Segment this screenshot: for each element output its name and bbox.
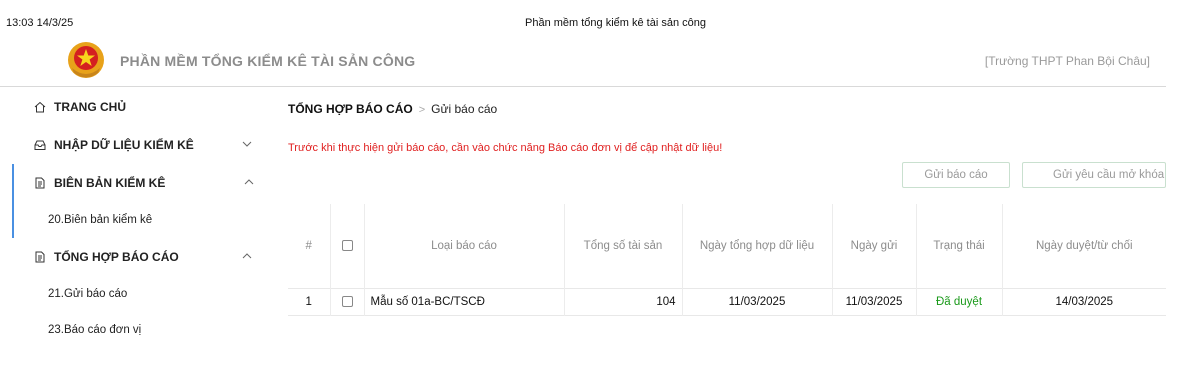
table-row[interactable]: 1 Mẫu số 01a-BC/TSCĐ 104 11/03/2025 11/0… (288, 288, 1166, 316)
file-text-icon (35, 177, 45, 189)
col-header-select (330, 204, 365, 289)
app-header: PHẦN MỀM TỔNG KIỂM KÊ TÀI SẢN CÔNG [Trườ… (0, 40, 1166, 87)
col-header-status: Trạng thái (916, 204, 1003, 289)
cell-sent-date: 11/03/2025 (832, 288, 917, 316)
cell-select (330, 288, 365, 316)
file-text-icon (35, 251, 45, 263)
home-icon (34, 101, 46, 113)
chevron-up-icon[interactable] (244, 177, 254, 187)
sidebar-subitem-minutes[interactable]: 20.Biên bản kiểm kê (12, 202, 268, 238)
cell-approved-date: 14/03/2025 (1055, 296, 1114, 308)
cell-type: Mẫu số 01a-BC/TSCĐ (364, 288, 565, 316)
row-checkbox[interactable] (341, 296, 353, 308)
cell-summary-date: 11/03/2025 (682, 288, 833, 316)
report-table: # Loại báo cáo Tổng số tài sản Ngày tổng… (288, 204, 1166, 316)
request-unlock-button[interactable]: Gửi yêu cầu mở khóa (1022, 162, 1166, 188)
sidebar-item-home[interactable]: TRANG CHỦ (12, 88, 268, 126)
status-badge: Đã duyệt (916, 288, 1003, 316)
col-header-index: # (288, 204, 331, 289)
sidebar-item-label: BIÊN BẢN KIỂM KÊ (54, 176, 166, 190)
breadcrumb-parent[interactable]: TỔNG HỢP BÁO CÁO (288, 102, 413, 116)
breadcrumb-separator-icon: > (418, 104, 426, 116)
col-header-total: Tổng số tài sản (564, 204, 683, 289)
col-header-sent-date: Ngày gửi (832, 204, 917, 289)
send-report-button[interactable]: Gửi báo cáo (902, 162, 1010, 188)
inbox-icon (34, 140, 46, 150)
cell-index: 1 (288, 288, 331, 316)
cell-total: 104 (564, 288, 683, 316)
sidebar: TRANG CHỦ NHẬP DỮ LIỆU KIỂM KÊ BIÊN BẢN … (12, 88, 268, 348)
breadcrumb-current: Gửi báo cáo (431, 102, 498, 116)
select-all-checkbox[interactable] (341, 240, 353, 252)
table-header-row: # Loại báo cáo Tổng số tài sản Ngày tổng… (288, 204, 1166, 289)
sidebar-item-summary[interactable]: TỔNG HỢP BÁO CÁO (12, 238, 268, 276)
unit-name: [Trường THPT Phan Bội Châu] (984, 54, 1150, 68)
chevron-down-icon[interactable] (242, 139, 252, 149)
col-header-summary-date: Ngày tổng hợp dữ liệu (682, 204, 833, 289)
col-header-approved-date: Ngày duyệt/từ chối (1035, 240, 1133, 252)
sidebar-subitem-unit-report[interactable]: 23.Báo cáo đơn vị (12, 312, 268, 348)
sidebar-item-label: TỔNG HỢP BÁO CÁO (54, 250, 179, 264)
breadcrumb: TỔNG HỢP BÁO CÁO > Gửi báo cáo (288, 102, 497, 116)
sidebar-item-minutes[interactable]: BIÊN BẢN KIỂM KÊ (12, 164, 268, 202)
sidebar-item-input[interactable]: NHẬP DỮ LIỆU KIỂM KÊ (12, 126, 268, 164)
warning-message: Trước khi thực hiện gửi báo cáo, cần vào… (288, 142, 723, 154)
chevron-up-icon[interactable] (242, 251, 252, 261)
sidebar-item-label: TRANG CHỦ (54, 100, 126, 114)
sidebar-item-label: NHẬP DỮ LIỆU KIỂM KÊ (54, 138, 194, 152)
col-header-type: Loại báo cáo (364, 204, 565, 289)
sidebar-subitem-send-report[interactable]: 21.Gửi báo cáo (12, 276, 268, 312)
app-title: PHẦN MỀM TỔNG KIỂM KÊ TÀI SẢN CÔNG (120, 53, 416, 69)
national-emblem-icon (68, 42, 104, 78)
print-title: Phần mềm tổng kiểm kê tài sản công (525, 17, 706, 29)
